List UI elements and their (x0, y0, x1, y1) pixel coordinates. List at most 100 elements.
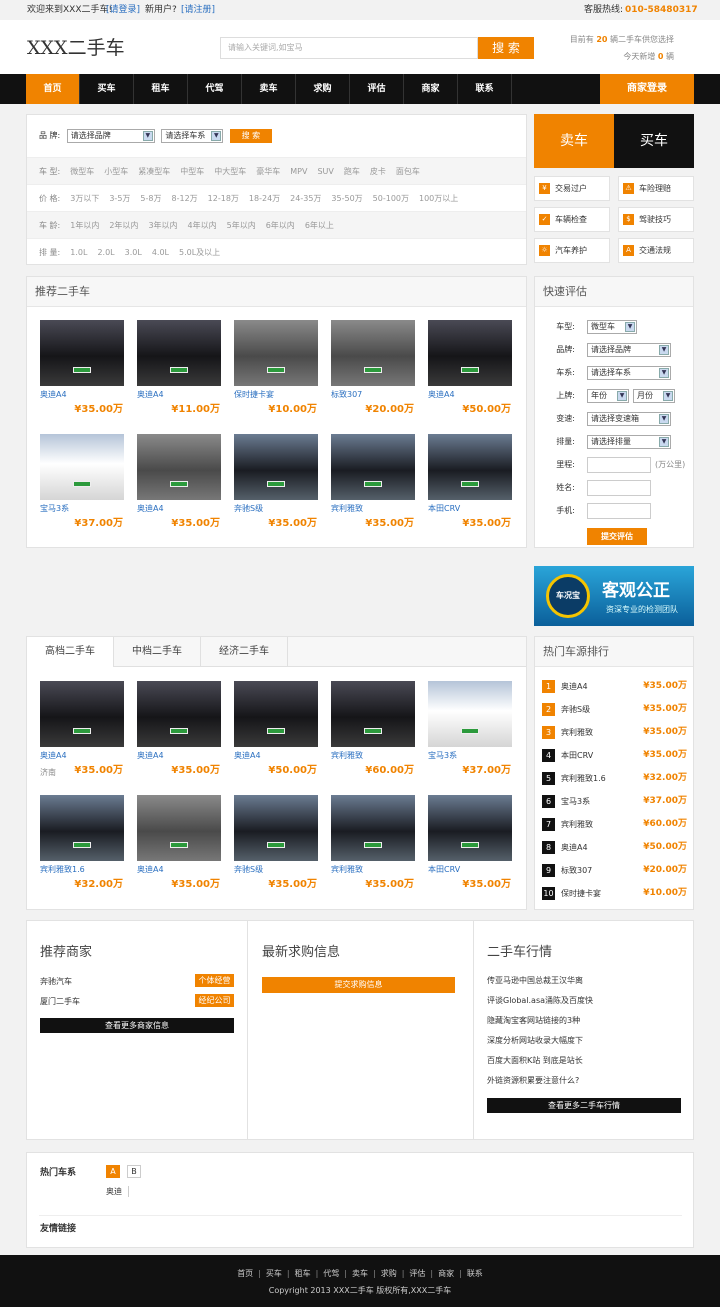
rank-item[interactable]: 5 宾利雅致1.6 ¥32.00万 (542, 767, 693, 790)
quick-link-1[interactable]: ¥ 交易过户 (534, 176, 610, 201)
rank-car-name[interactable]: 本田CRV (561, 751, 593, 760)
rank-item[interactable]: 10 保时捷卡宴 ¥10.00万 (542, 882, 693, 905)
market-news-item[interactable]: 隐藏淘宝客网站链接的3种 (487, 1011, 681, 1031)
car-card[interactable]: 宝马3系 ¥37.00万 (428, 681, 514, 779)
footer-link[interactable]: 卖车 (352, 1269, 368, 1278)
footer-link[interactable]: 商家 (438, 1269, 454, 1278)
footer-link[interactable]: 租车 (295, 1269, 311, 1278)
rank-car-name[interactable]: 保时捷卡宴 (561, 889, 601, 898)
evaluate-select[interactable]: 微型车 ▼ (587, 320, 637, 334)
car-card[interactable]: 奥迪A4 ¥50.00万 (428, 320, 514, 418)
car-card[interactable]: 奥迪A4 ¥11.00万 (137, 320, 223, 418)
car-name[interactable]: 宾利雅致 (331, 863, 417, 877)
car-card[interactable]: 奥迪A4 ¥35.00万 (137, 434, 223, 532)
filter-option[interactable]: 小型车 (104, 167, 128, 176)
filter-option[interactable]: 3.0L (125, 248, 142, 257)
car-name[interactable]: 宝马3系 (428, 749, 514, 763)
market-news-item[interactable]: 外链资源积累要注意什么? (487, 1071, 681, 1091)
market-news-item[interactable]: 传亚马逊中国总裁王汉华离 (487, 971, 681, 991)
car-photo[interactable] (428, 320, 512, 386)
car-name[interactable]: 奥迪A4 (428, 388, 514, 402)
more-market-button[interactable]: 查看更多二手车行情 (487, 1098, 681, 1113)
rank-item[interactable]: 2 奔驰S级 ¥35.00万 (542, 698, 693, 721)
more-merchants-button[interactable]: 查看更多商家信息 (40, 1018, 234, 1033)
nav-item-4[interactable]: 代驾 (188, 74, 242, 104)
grade-tab-3[interactable]: 经济二手车 (201, 637, 288, 667)
filter-option[interactable]: 12-18万 (208, 194, 239, 203)
footer-link[interactable]: 首页 (237, 1269, 253, 1278)
car-name[interactable]: 奥迪A4 (137, 863, 223, 877)
rank-item[interactable]: 7 宾利雅致 ¥60.00万 (542, 813, 693, 836)
rank-car-name[interactable]: 奥迪A4 (561, 682, 588, 691)
car-name[interactable]: 本田CRV (428, 502, 514, 516)
search-button[interactable]: 搜 索 (478, 37, 534, 59)
filter-option[interactable]: 5.0L及以上 (179, 248, 220, 257)
grade-tab-1[interactable]: 高档二手车 (27, 637, 114, 667)
quick-link-2[interactable]: ⚠ 车险理赔 (618, 176, 694, 201)
car-name[interactable]: 奥迪A4 (137, 749, 223, 763)
evaluate-select[interactable]: 请选择排量 ▼ (587, 435, 671, 449)
rank-item[interactable]: 4 本田CRV ¥35.00万 (542, 744, 693, 767)
submit-wanted-button[interactable]: 提交求购信息 (262, 977, 455, 993)
car-card[interactable]: 宾利雅致 ¥60.00万 (331, 681, 417, 779)
filter-option[interactable]: 1.0L (70, 248, 87, 257)
filter-option[interactable]: 3-5万 (109, 194, 130, 203)
filter-option[interactable]: 100万以上 (419, 194, 458, 203)
market-news-item[interactable]: 评谈Global.asa涌陈及百度快 (487, 991, 681, 1011)
car-photo[interactable] (331, 434, 415, 500)
brand-select[interactable]: 请选择品牌 ▼ (66, 128, 155, 143)
evaluate-select[interactable]: 请选择变速箱 ▼ (587, 412, 671, 426)
rank-car-name[interactable]: 标致307 (561, 866, 592, 875)
car-name[interactable]: 奥迪A4 (137, 502, 223, 516)
filter-search-button[interactable]: 搜 索 (229, 128, 272, 143)
car-photo[interactable] (428, 795, 512, 861)
nav-item-6[interactable]: 求购 (296, 74, 350, 104)
evaluate-select[interactable]: 月份 ▼ (633, 389, 675, 403)
filter-option[interactable]: 8-12万 (172, 194, 198, 203)
car-card[interactable]: 奥迪A4 ¥35.00万 (40, 320, 126, 418)
car-card[interactable]: 奥迪A4 ¥35.00万 (137, 681, 223, 779)
footer-link[interactable]: 联系 (467, 1269, 483, 1278)
car-name[interactable]: 宝马3系 (40, 502, 126, 516)
nav-item-7[interactable]: 评估 (350, 74, 404, 104)
car-photo[interactable] (234, 434, 318, 500)
evaluate-select[interactable]: 请选择品牌 ▼ (587, 343, 671, 357)
nav-item-1[interactable]: 首页 (26, 74, 80, 104)
car-name[interactable]: 奥迪A4 (137, 388, 223, 402)
merchant-name[interactable]: 奔驰汽车 (40, 976, 72, 987)
phone-input[interactable] (587, 503, 651, 519)
merchant-login-button[interactable]: 商家登录 (600, 74, 694, 104)
filter-option[interactable]: 50-100万 (373, 194, 409, 203)
car-photo[interactable] (137, 320, 221, 386)
car-photo[interactable] (40, 795, 124, 861)
grade-tab-2[interactable]: 中档二手车 (114, 637, 201, 667)
quick-link-5[interactable]: ☼ 汽车养护 (534, 238, 610, 263)
evaluate-select[interactable]: 请选择车系 ▼ (587, 366, 671, 380)
car-card[interactable]: 标致307 ¥20.00万 (331, 320, 417, 418)
car-photo[interactable] (428, 434, 512, 500)
car-photo[interactable] (137, 681, 221, 747)
car-photo[interactable] (234, 795, 318, 861)
nav-item-8[interactable]: 商家 (404, 74, 458, 104)
letter-tab-a[interactable]: A (106, 1165, 120, 1178)
car-card[interactable]: 宾利雅致1.6 ¥32.00万 (40, 795, 126, 893)
car-card[interactable]: 宾利雅致 ¥35.00万 (331, 795, 417, 893)
filter-option[interactable]: 1年以内 (70, 221, 99, 230)
car-card[interactable]: 奔驰S级 ¥35.00万 (234, 795, 320, 893)
car-photo[interactable] (234, 681, 318, 747)
rank-car-name[interactable]: 宾利雅致 (561, 728, 593, 737)
car-card[interactable]: 奥迪A4 ¥50.00万 (234, 681, 320, 779)
sell-car-tab[interactable]: 卖车 (534, 114, 614, 168)
car-name[interactable]: 奔驰S级 (234, 502, 320, 516)
car-photo[interactable] (331, 795, 415, 861)
car-photo[interactable] (428, 681, 512, 747)
buy-car-tab[interactable]: 买车 (614, 114, 694, 168)
filter-option[interactable]: 面包车 (396, 167, 420, 176)
filter-option[interactable]: 跑车 (344, 167, 360, 176)
car-name[interactable]: 保时捷卡宴 (234, 388, 320, 402)
filter-option[interactable]: 5-8万 (140, 194, 161, 203)
filter-option[interactable]: 中大型车 (214, 167, 246, 176)
car-card[interactable]: 本田CRV ¥35.00万 (428, 434, 514, 532)
register-link[interactable]: [请注册] (181, 0, 215, 20)
inspection-banner[interactable]: 车况宝 客观公正 资深专业的检测团队 (534, 566, 694, 626)
